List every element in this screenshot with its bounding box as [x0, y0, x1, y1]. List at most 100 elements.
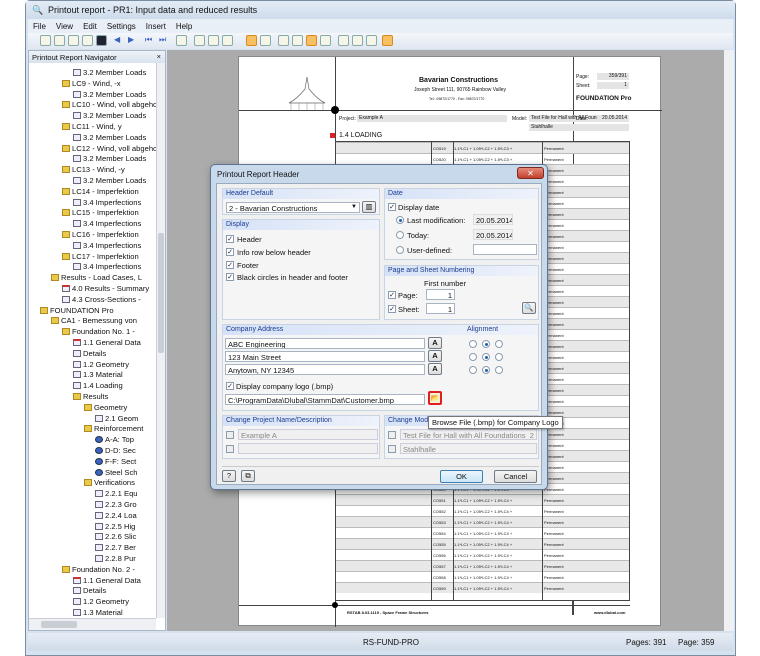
align-left-radio-3[interactable]	[469, 366, 477, 374]
tree-item[interactable]: 3.2 Member Loads	[73, 132, 146, 143]
tree-item[interactable]: LC17 - Imperfektion	[62, 251, 139, 262]
tree-item[interactable]: 2.2.6 Slic	[95, 531, 136, 542]
header-library-button[interactable]: ▥	[362, 201, 376, 213]
tree-item[interactable]: 3.2 Member Loads	[73, 175, 146, 186]
display-date-checkbox[interactable]: ✓	[388, 203, 396, 211]
new-icon[interactable]	[40, 35, 51, 46]
scrollbar-thumb[interactable]	[158, 233, 164, 353]
menu-help[interactable]: Help	[171, 19, 197, 34]
scrollbar-thumb[interactable]	[41, 621, 77, 628]
model-description-input[interactable]: Stahlhalle	[400, 443, 537, 454]
change-model-desc-checkbox[interactable]	[388, 445, 396, 453]
tree-item[interactable]: CA1 - Bemessung von	[51, 315, 137, 326]
tree-item[interactable]: LC12 - Wind, voll abgehoben	[62, 143, 156, 154]
tree-item[interactable]: 3.2 Member Loads	[73, 110, 146, 121]
link-3-icon[interactable]	[366, 35, 377, 46]
tree-item[interactable]: 2.2.8 Pur	[95, 553, 136, 564]
next-page-icon[interactable]: ▶	[128, 35, 139, 46]
tree-item[interactable]: 3.4 Imperfections	[73, 218, 141, 229]
page-view-3-icon[interactable]	[306, 35, 317, 46]
tree-item[interactable]: Verifications	[84, 477, 135, 488]
today-radio[interactable]	[396, 231, 404, 239]
tree-item[interactable]: D-D: Sec	[95, 445, 136, 456]
tree-item[interactable]: 1.1 General Data	[73, 337, 141, 348]
zoom-in-icon[interactable]	[194, 35, 205, 46]
menu-edit[interactable]: Edit	[78, 19, 102, 34]
change-model-name-checkbox[interactable]	[388, 431, 396, 439]
page-checkbox[interactable]: ✓	[388, 291, 396, 299]
page-view-2-icon[interactable]	[292, 35, 303, 46]
ok-button[interactable]: OK	[440, 470, 483, 483]
close-icon[interactable]: ×	[157, 52, 161, 61]
user-defined-date-input[interactable]	[473, 244, 537, 255]
black-circles-checkbox[interactable]: ✓	[226, 273, 234, 281]
change-project-name-checkbox[interactable]	[226, 431, 234, 439]
print-icon[interactable]	[82, 35, 93, 46]
tree-item[interactable]: LC13 - Wind, -y	[62, 164, 125, 175]
tree-item[interactable]: 3.4 Imperfections	[73, 197, 141, 208]
tree-item[interactable]: F-F: Sect	[95, 456, 136, 467]
header-checkbox[interactable]: ✓	[226, 235, 234, 243]
tree-item[interactable]: Reinforcement	[84, 423, 143, 434]
page-view-1-icon[interactable]	[278, 35, 289, 46]
project-description-input[interactable]	[238, 443, 378, 454]
company-line-3-input[interactable]: Anytown, NY 12345	[225, 364, 425, 375]
zoom-options-icon[interactable]	[222, 35, 233, 46]
model-name-input[interactable]: Test File for Hall with All Foundations_…	[400, 429, 537, 440]
tree-item[interactable]: 1.4 Loading	[73, 380, 123, 391]
first-page-icon[interactable]: ⏮	[145, 35, 156, 46]
tree-item[interactable]: 3.2 Member Loads	[73, 89, 146, 100]
tree-item[interactable]: Details	[73, 348, 106, 359]
align-center-radio-2[interactable]	[482, 353, 490, 361]
tree-item[interactable]: 3.2 Member Loads	[73, 153, 146, 164]
company-line-1-input[interactable]: ABC Engineering	[225, 338, 425, 349]
tree-item[interactable]: Steel Sch	[95, 467, 138, 478]
logo-path-input[interactable]: C:\ProgramData\Dlubal\StammDat\Customer.…	[225, 394, 425, 405]
zoom-out-icon[interactable]	[208, 35, 219, 46]
sheet-checkbox[interactable]: ✓	[388, 305, 396, 313]
tree-item[interactable]: 3.4 Imperfections	[73, 261, 141, 272]
help-button[interactable]: ?	[222, 470, 236, 482]
tree-item[interactable]: Results	[73, 391, 108, 402]
horizontal-scrollbar[interactable]	[29, 618, 156, 630]
tree-item[interactable]: LC9 - Wind, -x	[62, 78, 121, 89]
align-right-radio-2[interactable]	[495, 353, 503, 361]
find-icon[interactable]	[260, 35, 271, 46]
refresh-icon[interactable]	[96, 35, 107, 46]
company-line-2-input[interactable]: 123 Main Street	[225, 351, 425, 362]
tree-item[interactable]: LC15 - Imperfektion	[62, 207, 139, 218]
tree-item[interactable]: 2.2.7 Ber	[95, 542, 136, 553]
preview-numbering-button[interactable]: 🔍	[522, 302, 536, 314]
go-to-page-icon[interactable]	[176, 35, 187, 46]
menu-view[interactable]: View	[51, 19, 78, 34]
user-defined-radio[interactable]	[396, 246, 404, 254]
tree-item[interactable]: 1.1 General Data	[73, 575, 141, 586]
tree-item[interactable]: Foundation No. 2 -	[62, 564, 135, 575]
project-name-input[interactable]: Example A	[238, 429, 378, 440]
link-1-icon[interactable]	[338, 35, 349, 46]
tree-item[interactable]: LC10 - Wind, voll abgehoben	[62, 99, 156, 110]
tree-item[interactable]: 2.2.4 Loa	[95, 510, 137, 521]
page-view-4-icon[interactable]	[320, 35, 331, 46]
align-right-radio-1[interactable]	[495, 340, 503, 348]
tree-item[interactable]: 3.2 Member Loads	[73, 67, 146, 78]
defaults-button[interactable]: ⧉	[241, 470, 255, 482]
cancel-button[interactable]: Cancel	[494, 470, 537, 483]
tree-item[interactable]: LC14 - Imperfektion	[62, 186, 139, 197]
tree-item[interactable]: 4.3 Cross-Sections -	[62, 294, 141, 305]
tree-item[interactable]: 4.0 Results - Summary	[62, 283, 149, 294]
tree-item[interactable]: LC11 - Wind, y	[62, 121, 122, 132]
page-first-number-input[interactable]: 1	[426, 289, 455, 300]
link-2-icon[interactable]	[352, 35, 363, 46]
tree-item[interactable]: 2.1 Geom	[95, 413, 138, 424]
tree-item[interactable]: 2.2.5 Hig	[95, 521, 135, 532]
open-icon[interactable]	[54, 35, 65, 46]
tree-item[interactable]: LC16 - Imperfektion	[62, 229, 139, 240]
previous-page-icon[interactable]: ◀	[114, 35, 125, 46]
tree-item[interactable]: 1.2 Geometry	[73, 596, 129, 607]
tree-item[interactable]: Results - Load Cases, L	[51, 272, 142, 283]
align-center-radio-3[interactable]	[482, 366, 490, 374]
font-button-3[interactable]: A	[428, 363, 442, 375]
tree-item[interactable]: 1.3 Material	[73, 369, 123, 380]
font-button-1[interactable]: A	[428, 337, 442, 349]
